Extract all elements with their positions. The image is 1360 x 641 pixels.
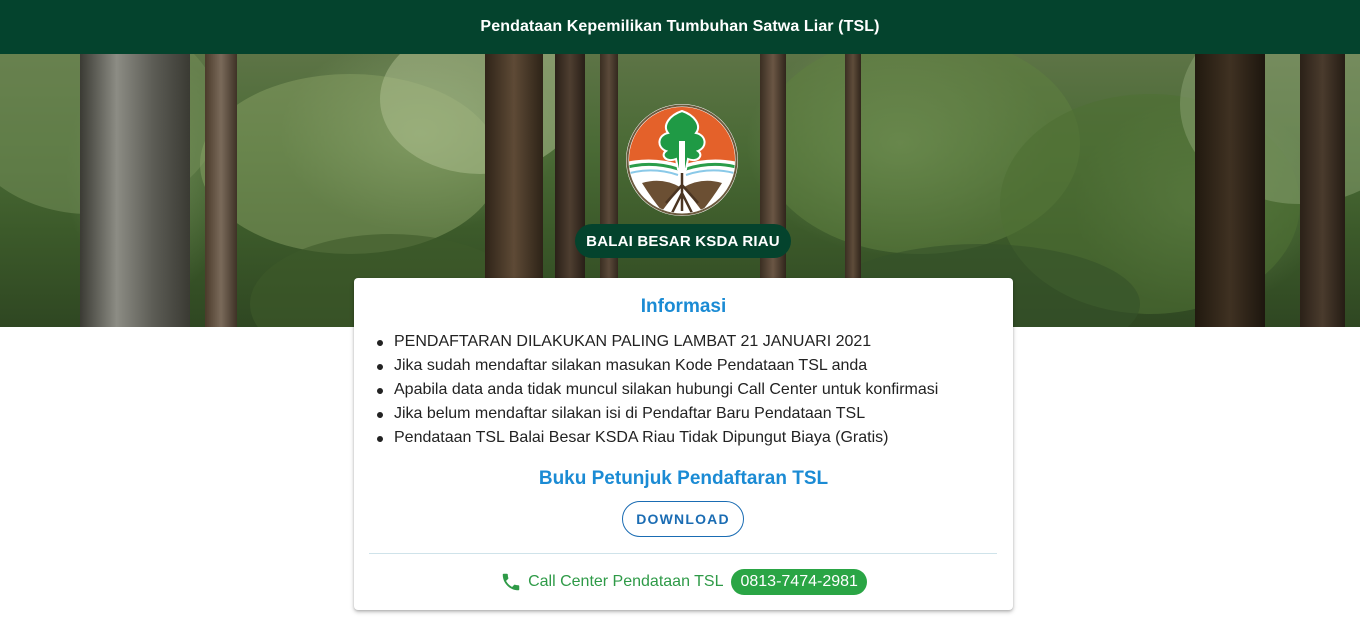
list-item: Jika sudah mendaftar silakan masukan Kod… [377,354,994,378]
info-card: Informasi PENDAFTARAN DILAKUKAN PALING L… [354,278,1013,610]
call-center-number[interactable]: 0813-7474-2981 [731,569,867,595]
phone-icon [500,571,522,593]
call-center-label: Call Center Pendataan TSL [528,573,724,590]
list-item: Jika belum mendaftar silakan isi di Pend… [377,402,994,426]
call-center-row: Call Center Pendataan TSL 0813-7474-2981 [354,568,1013,596]
bullet-icon [377,364,383,370]
list-item: PENDAFTARAN DILAKUKAN PALING LAMBAT 21 J… [377,330,994,354]
bullet-icon [377,388,383,394]
org-name-badge: BALAI BESAR KSDA RIAU [575,224,791,258]
top-header-bar: Pendataan Kepemilikan Tumbuhan Satwa Lia… [0,0,1360,54]
bullet-icon [377,340,383,346]
org-name: BALAI BESAR KSDA RIAU [586,232,780,250]
ministry-tree-emblem-icon [622,103,742,217]
info-title: Informasi [640,296,727,317]
download-button[interactable]: DOWNLOAD [622,501,744,537]
bullet-icon [377,412,383,418]
list-item: Pendataan TSL Balai Besar KSDA Riau Tida… [377,426,994,450]
divider [369,553,997,554]
page-title: Pendataan Kepemilikan Tumbuhan Satwa Lia… [480,18,880,35]
bullet-icon [377,436,383,442]
list-item: Apabila data anda tidak muncul silakan h… [377,378,994,402]
guide-title: Buku Petunjuk Pendaftaran TSL [538,468,829,489]
info-list: PENDAFTARAN DILAKUKAN PALING LAMBAT 21 J… [377,330,994,450]
